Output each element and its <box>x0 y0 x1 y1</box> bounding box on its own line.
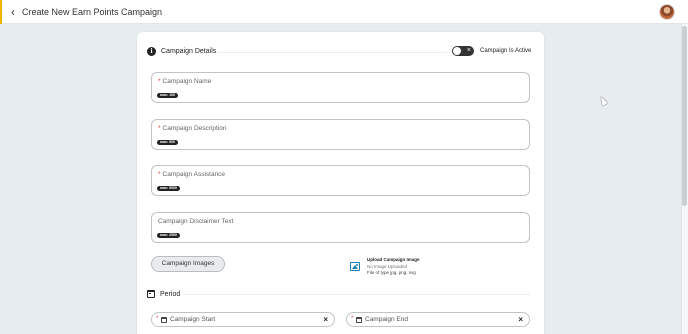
max-length-badge: max: 5000 <box>157 186 180 191</box>
campaign-active-toggle[interactable]: × <box>452 46 474 56</box>
info-icon: i <box>147 47 156 56</box>
top-bar: ‹ Create New Earn Points Campaign <box>0 0 688 24</box>
field-label-text: Campaign Name <box>162 78 212 85</box>
clear-icon[interactable]: × <box>518 315 523 324</box>
field-label-text: Campaign Disclaimer Text <box>158 218 234 225</box>
calendar-icon <box>356 317 362 323</box>
accent-line <box>0 0 2 24</box>
required-marker: * <box>351 316 354 322</box>
upload-title: Upload Campaign Image <box>367 257 420 262</box>
required-marker: * <box>158 171 161 178</box>
max-length-badge: max: 2500 <box>157 233 180 238</box>
field-label-text: Campaign Assistance <box>162 171 226 178</box>
campaign-details-title: Campaign Details <box>161 48 217 55</box>
scrollbar-thumb[interactable] <box>682 26 687 206</box>
campaign-start-field[interactable]: * Campaign Start × <box>151 312 335 327</box>
calendar-icon <box>147 290 155 298</box>
user-avatar[interactable] <box>659 4 675 20</box>
required-marker: * <box>158 125 161 132</box>
campaign-assistance-label: * Campaign Assistance <box>158 171 225 178</box>
section-divider <box>217 52 447 53</box>
image-upload-icon[interactable] <box>350 262 360 271</box>
upload-status: No Image Uploaded <box>367 264 408 269</box>
toggle-off-icon: × <box>466 47 471 54</box>
campaign-disclaimer-field[interactable]: Campaign Disclaimer Text max: 2500 <box>151 212 530 243</box>
campaign-images-button[interactable]: Campaign Images <box>151 256 225 272</box>
mouse-cursor-icon <box>598 95 608 106</box>
campaign-details-header: i Campaign Details <box>147 47 216 56</box>
max-length-badge: max: 100 <box>157 93 178 98</box>
campaign-start-label: Campaign Start <box>170 316 216 323</box>
campaign-assistance-field[interactable]: * Campaign Assistance max: 5000 <box>151 165 530 196</box>
section-divider <box>184 294 530 295</box>
campaign-end-label: Campaign End <box>365 316 408 323</box>
required-marker: * <box>156 316 159 322</box>
campaign-active-label: Campaign Is Active <box>480 48 532 54</box>
back-arrow-icon[interactable]: ‹ <box>6 5 20 19</box>
clear-icon[interactable]: × <box>323 315 328 324</box>
campaign-name-label: * Campaign Name <box>158 78 211 85</box>
campaign-disclaimer-label: Campaign Disclaimer Text <box>158 218 233 225</box>
campaign-description-label: * Campaign Description <box>158 125 226 132</box>
required-marker: * <box>158 78 161 85</box>
field-label-text: Campaign Description <box>162 125 227 132</box>
calendar-icon <box>161 317 167 323</box>
period-title: Period <box>160 291 181 298</box>
max-length-badge: max: 500 <box>157 140 178 145</box>
campaign-name-field[interactable]: * Campaign Name max: 100 <box>151 72 530 103</box>
campaign-end-field[interactable]: * Campaign End × <box>346 312 530 327</box>
toggle-knob <box>453 47 461 55</box>
upload-file-types: File of type jpg, png, svg <box>367 270 416 275</box>
campaign-description-field[interactable]: * Campaign Description max: 500 <box>151 119 530 150</box>
page-title: Create New Earn Points Campaign <box>22 7 163 17</box>
